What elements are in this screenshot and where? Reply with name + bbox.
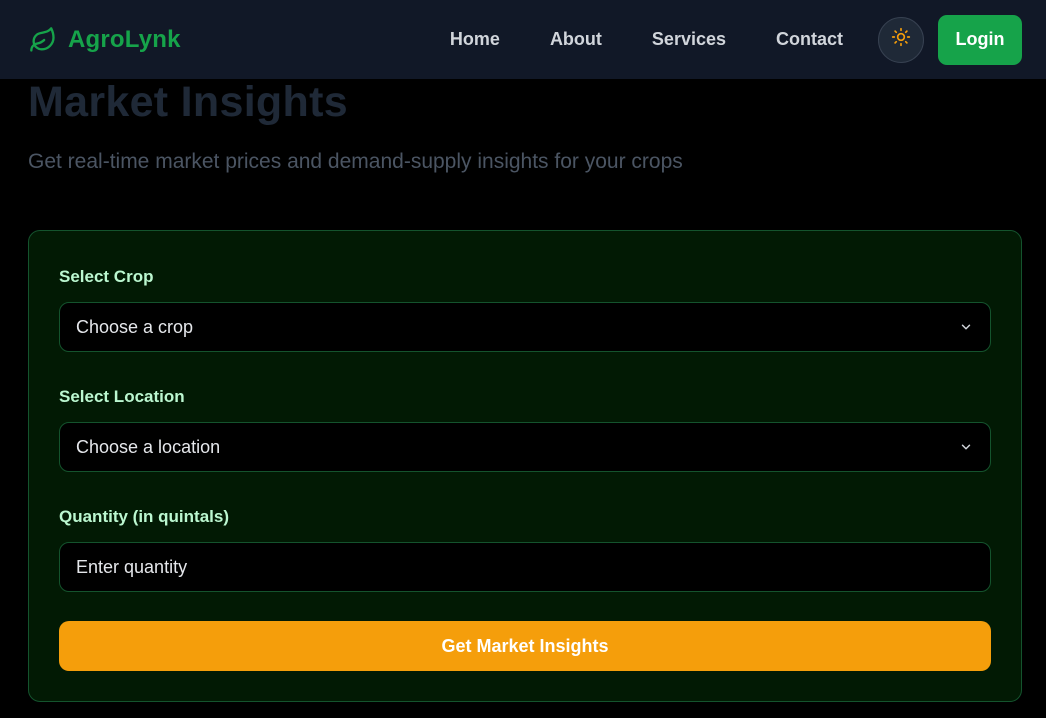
chevron-down-icon — [958, 319, 974, 335]
market-insights-form-card: Select Crop Choose a crop Select Locatio… — [28, 230, 1022, 702]
quantity-label: Quantity (in quintals) — [59, 507, 229, 526]
nav-contact-link[interactable]: Contact — [776, 29, 843, 50]
login-button[interactable]: Login — [938, 14, 1022, 65]
page-subtitle: Get real-time market prices and demand-s… — [28, 150, 683, 173]
nav-services-link[interactable]: Services — [652, 29, 726, 50]
location-select[interactable]: Choose a location — [59, 422, 991, 472]
theme-toggle-button[interactable] — [878, 16, 924, 63]
crop-label: Select Crop — [59, 267, 154, 286]
market-insights-page: AgroLynk Home About Services Contact Log… — [0, 0, 1046, 718]
chevron-down-icon — [958, 439, 974, 455]
brand[interactable]: AgroLynk — [28, 25, 181, 55]
nav-links: Home About Services Contact — [450, 29, 843, 50]
location-label: Select Location — [59, 387, 185, 406]
get-market-insights-button[interactable]: Get Market Insights — [59, 621, 991, 671]
quantity-placeholder: Enter quantity — [76, 556, 188, 577]
nav-about-link[interactable]: About — [550, 29, 602, 50]
crop-select[interactable]: Choose a crop — [59, 302, 991, 352]
location-select-value: Choose a location — [76, 436, 221, 457]
page-title: Market Insights — [28, 78, 348, 126]
nav-home-link[interactable]: Home — [450, 29, 500, 50]
leaf-icon — [28, 25, 58, 55]
sun-icon — [891, 27, 911, 52]
crop-select-value: Choose a crop — [76, 316, 194, 337]
navbar: AgroLynk Home About Services Contact Log… — [0, 0, 1046, 79]
quantity-input[interactable]: Enter quantity — [59, 542, 991, 592]
brand-name: AgroLynk — [68, 25, 181, 53]
